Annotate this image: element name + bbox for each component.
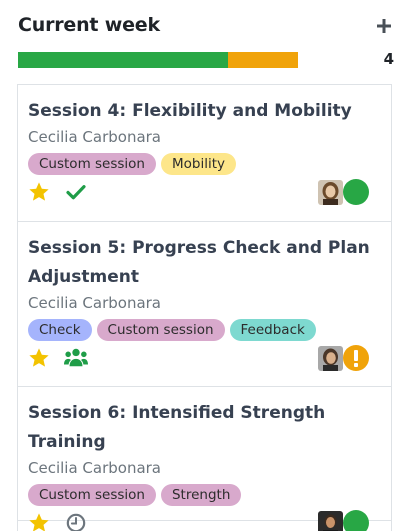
column-title[interactable]: Current week [18, 14, 160, 36]
card-customer: Cecilia Carbonara [28, 128, 162, 146]
column-progress-bar[interactable] [18, 52, 298, 68]
avatar[interactable] [318, 346, 343, 371]
tag-feedback: Feedback [229, 319, 316, 341]
progress-segment-done[interactable] [18, 52, 228, 68]
kanban-card[interactable]: Session 4: Flexibility and Mobility Ceci… [18, 85, 391, 222]
kanban-column: Current week 4 Session 4: Flexibility an… [0, 0, 410, 531]
tag-mobility: Mobility [160, 153, 236, 175]
card-footer [28, 341, 381, 379]
card-title: Session 6: Intensified Strength Training [28, 403, 326, 452]
tag-strength: Strength [160, 484, 242, 506]
card-tags: Check Custom session Feedback [28, 319, 381, 341]
progress-segment-warning[interactable] [228, 52, 298, 68]
card-tags: Custom session Strength [28, 484, 381, 506]
state-warning-icon[interactable] [343, 345, 369, 371]
card-customer: Cecilia Carbonara [28, 459, 162, 477]
star-icon[interactable] [28, 181, 50, 203]
plus-icon[interactable] [374, 14, 394, 38]
kanban-card[interactable]: Session 6: Intensified Strength Training… [18, 387, 391, 531]
kanban-card[interactable]: Session 5: Progress Check and Plan Adjus… [18, 222, 391, 387]
tag-custom-session: Custom session [96, 319, 225, 341]
state-green-circle-icon[interactable] [343, 179, 369, 205]
card-footer [28, 175, 381, 213]
tag-custom-session: Custom session [28, 484, 156, 506]
kanban-card[interactable] [18, 521, 391, 531]
tag-custom-session: Custom session [28, 153, 156, 175]
avatar[interactable] [318, 180, 343, 205]
card-title: Session 5: Progress Check and Plan Adjus… [28, 238, 370, 287]
star-icon[interactable] [28, 347, 50, 369]
card-customer: Cecilia Carbonara [28, 294, 162, 312]
checkmark-icon[interactable] [64, 181, 88, 203]
card-title: Session 4: Flexibility and Mobility [28, 101, 352, 121]
users-icon[interactable] [64, 347, 88, 369]
column-header: Current week [18, 14, 394, 42]
column-record-count: 4 [383, 50, 394, 68]
card-tags: Custom session Mobility [28, 153, 381, 175]
tag-check: Check [28, 319, 92, 341]
card-list: Session 4: Flexibility and Mobility Ceci… [17, 84, 392, 531]
